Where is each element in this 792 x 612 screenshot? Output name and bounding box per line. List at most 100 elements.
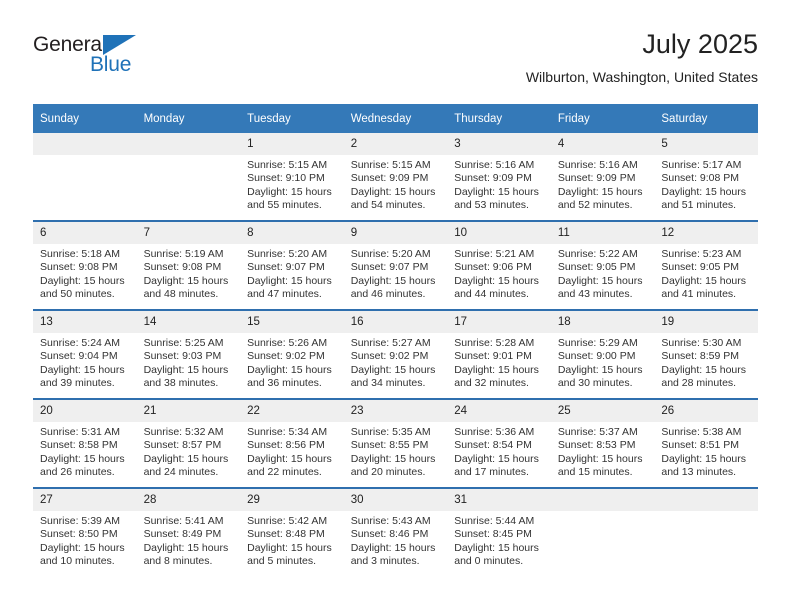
calendar-day-cell[interactable]: 15 Sunrise: 5:26 AM Sunset: 9:02 PM Dayligh… (240, 309, 344, 399)
calendar-day-cell[interactable]: 17 Sunrise: 5:28 AM Sunset: 9:01 PM Dayligh… (447, 309, 551, 399)
calendar-day-cell-empty (136, 133, 241, 221)
sunrise-time: Sunrise: 5:35 AM (350, 426, 431, 438)
sunrise-time: Sunrise: 5:15 AM (247, 159, 328, 171)
day-number: 14 (136, 312, 241, 333)
day-sun-info: Sunrise: 5:44 AM Sunset: 8:45 PM Daylight:… (447, 511, 551, 569)
sunrise-time: Sunrise: 5:19 AM (143, 248, 224, 260)
sunrise-time: Sunrise: 5:43 AM (350, 515, 431, 527)
calendar-day-cell[interactable]: 11 Sunrise: 5:22 AM Sunset: 9:05 PM Dayligh… (550, 220, 655, 310)
daylight-duration-line2: and 38 minutes. (143, 377, 219, 390)
calendar-day-cell[interactable]: 21 Sunrise: 5:32 AM Sunset: 8:57 PM Dayligh… (136, 398, 241, 488)
daylight-duration-line2: and 52 minutes. (557, 199, 633, 212)
daylight-duration-line1: Daylight: 15 hours (350, 541, 436, 554)
day-number: 30 (343, 490, 448, 511)
daylight-duration-line2: and 36 minutes. (247, 377, 322, 390)
calendar-day-cell[interactable]: 9 Sunrise: 5:20 AM Sunset: 9:07 PM Daylight… (343, 220, 448, 310)
day-number: 26 (654, 401, 758, 422)
day-number: 6 (33, 223, 137, 244)
sunset-time: Sunset: 8:51 PM (661, 439, 740, 452)
calendar-day-cell[interactable]: 13 Sunrise: 5:24 AM Sunset: 9:04 PM Dayligh… (33, 309, 137, 399)
calendar-day-cell[interactable]: 20 Sunrise: 5:31 AM Sunset: 8:58 PM Dayligh… (33, 398, 137, 488)
sunrise-time: Sunrise: 5:41 AM (143, 515, 224, 527)
daylight-duration-line1: Daylight: 15 hours (350, 274, 436, 287)
daylight-duration-line2: and 15 minutes. (557, 466, 633, 479)
daylight-duration-line2: and 20 minutes. (350, 466, 426, 479)
sunset-time: Sunset: 9:07 PM (247, 261, 325, 274)
sunset-time: Sunset: 8:58 PM (40, 439, 118, 452)
calendar-page: General Blue July 2025 Wilburton, Washin… (0, 0, 792, 612)
calendar-day-cell[interactable]: 26 Sunrise: 5:38 AM Sunset: 8:51 PM Dayligh… (654, 398, 758, 488)
calendar-day-cell[interactable]: 12 Sunrise: 5:23 AM Sunset: 9:05 PM Dayligh… (654, 220, 758, 310)
daylight-duration-line2: and 28 minutes. (661, 377, 737, 390)
day-sun-info: Sunrise: 5:28 AM Sunset: 9:01 PM Daylight:… (447, 333, 551, 391)
day-sun-info: Sunrise: 5:25 AM Sunset: 9:03 PM Daylight:… (137, 333, 241, 391)
calendar-day-cell[interactable]: 29 Sunrise: 5:42 AM Sunset: 8:48 PM Dayligh… (240, 487, 344, 576)
calendar-day-cell[interactable]: 7 Sunrise: 5:19 AM Sunset: 9:08 PM Daylight… (136, 220, 241, 310)
logo-triangle-icon (103, 35, 136, 55)
calendar-day-cell[interactable]: 18 Sunrise: 5:29 AM Sunset: 9:00 PM Dayligh… (550, 309, 655, 399)
day-sun-info: Sunrise: 5:17 AM Sunset: 9:08 PM Daylight:… (654, 155, 758, 213)
calendar-day-cell[interactable]: 27 Sunrise: 5:39 AM Sunset: 8:50 PM Dayligh… (33, 487, 137, 576)
calendar-day-cell[interactable]: 23 Sunrise: 5:35 AM Sunset: 8:55 PM Dayligh… (343, 398, 448, 488)
daylight-duration-line2: and 53 minutes. (454, 199, 529, 212)
daylight-duration-line1: Daylight: 15 hours (454, 541, 539, 554)
day-sun-info: Sunrise: 5:30 AM Sunset: 8:59 PM Daylight:… (654, 333, 758, 391)
weekday-header-saturday: Saturday (654, 104, 758, 133)
daylight-duration-line1: Daylight: 15 hours (143, 452, 229, 465)
day-number: 17 (447, 312, 551, 333)
weekday-header-thursday: Thursday (447, 104, 551, 133)
daylight-duration-line1: Daylight: 15 hours (350, 185, 436, 198)
calendar-day-cell-empty (550, 487, 655, 576)
weekday-header-tuesday: Tuesday (240, 104, 344, 133)
calendar-day-cell[interactable]: 2 Sunrise: 5:15 AM Sunset: 9:09 PM Daylight… (343, 133, 448, 221)
sunset-time: Sunset: 8:57 PM (143, 439, 222, 452)
daylight-duration-line1: Daylight: 15 hours (557, 185, 643, 198)
daylight-duration-line2: and 47 minutes. (247, 288, 322, 301)
calendar-day-cell[interactable]: 4 Sunrise: 5:16 AM Sunset: 9:09 PM Daylight… (550, 133, 655, 221)
calendar-day-cell[interactable]: 16 Sunrise: 5:27 AM Sunset: 9:02 PM Dayligh… (343, 309, 448, 399)
daylight-duration-line1: Daylight: 15 hours (143, 274, 229, 287)
day-number: 4 (550, 133, 655, 155)
day-number: 24 (447, 401, 551, 422)
daylight-duration-line1: Daylight: 15 hours (454, 452, 539, 465)
calendar-header-row: Sunday Monday Tuesday Wednesday Thursday… (33, 104, 758, 133)
day-sun-info: Sunrise: 5:16 AM Sunset: 9:09 PM Daylight:… (447, 155, 551, 213)
general-blue-logo[interactable]: General Blue (33, 34, 163, 86)
calendar-day-cell[interactable]: 22 Sunrise: 5:34 AM Sunset: 8:56 PM Dayligh… (240, 398, 344, 488)
day-number (33, 133, 137, 155)
daylight-duration-line2: and 34 minutes. (350, 377, 426, 390)
sunrise-time: Sunrise: 5:36 AM (454, 426, 535, 438)
daylight-duration-line1: Daylight: 15 hours (247, 185, 332, 198)
daylight-duration-line2: and 54 minutes. (350, 199, 426, 212)
sunset-time: Sunset: 8:55 PM (350, 439, 429, 452)
sunrise-time: Sunrise: 5:20 AM (247, 248, 328, 260)
day-sun-info: Sunrise: 5:24 AM Sunset: 9:04 PM Daylight:… (33, 333, 137, 391)
sunset-time: Sunset: 8:53 PM (557, 439, 636, 452)
sunset-time: Sunset: 9:02 PM (350, 350, 429, 363)
calendar-day-cell[interactable]: 3 Sunrise: 5:16 AM Sunset: 9:09 PM Daylight… (447, 133, 551, 221)
day-sun-info: Sunrise: 5:43 AM Sunset: 8:46 PM Daylight:… (344, 511, 448, 569)
calendar-day-cell[interactable]: 31 Sunrise: 5:44 AM Sunset: 8:45 PM Dayligh… (447, 487, 551, 576)
calendar-day-cell[interactable]: 19 Sunrise: 5:30 AM Sunset: 8:59 PM Dayligh… (654, 309, 758, 399)
day-sun-info: Sunrise: 5:19 AM Sunset: 9:08 PM Daylight:… (137, 244, 241, 302)
daylight-duration-line1: Daylight: 15 hours (557, 363, 643, 376)
calendar-day-cell[interactable]: 10 Sunrise: 5:21 AM Sunset: 9:06 PM Dayligh… (447, 220, 551, 310)
day-sun-info: Sunrise: 5:15 AM Sunset: 9:10 PM Daylight:… (240, 155, 344, 213)
daylight-duration-line2: and 48 minutes. (143, 288, 219, 301)
sunset-time: Sunset: 9:08 PM (40, 261, 118, 274)
calendar-day-cell[interactable]: 8 Sunrise: 5:20 AM Sunset: 9:07 PM Daylight… (240, 220, 344, 310)
calendar-day-cell[interactable]: 14 Sunrise: 5:25 AM Sunset: 9:03 PM Dayligh… (136, 309, 241, 399)
sunset-time: Sunset: 8:54 PM (454, 439, 532, 452)
day-sun-info: Sunrise: 5:22 AM Sunset: 9:05 PM Daylight:… (551, 244, 655, 302)
sunrise-time: Sunrise: 5:29 AM (557, 337, 638, 349)
day-sun-info: Sunrise: 5:29 AM Sunset: 9:00 PM Daylight:… (551, 333, 655, 391)
calendar-day-cell[interactable]: 30 Sunrise: 5:43 AM Sunset: 8:46 PM Dayligh… (343, 487, 448, 576)
sunset-time: Sunset: 8:59 PM (661, 350, 740, 363)
calendar-day-cell[interactable]: 25 Sunrise: 5:37 AM Sunset: 8:53 PM Dayligh… (550, 398, 655, 488)
calendar-day-cell[interactable]: 1 Sunrise: 5:15 AM Sunset: 9:10 PM Daylight… (240, 133, 344, 221)
calendar-day-cell[interactable]: 6 Sunrise: 5:18 AM Sunset: 9:08 PM Daylight… (33, 220, 137, 310)
calendar-day-cell[interactable]: 28 Sunrise: 5:41 AM Sunset: 8:49 PM Dayligh… (136, 487, 241, 576)
calendar-day-cell[interactable]: 24 Sunrise: 5:36 AM Sunset: 8:54 PM Dayligh… (447, 398, 551, 488)
sunset-time: Sunset: 9:07 PM (350, 261, 429, 274)
calendar-day-cell[interactable]: 5 Sunrise: 5:17 AM Sunset: 9:08 PM Daylight… (654, 133, 758, 221)
